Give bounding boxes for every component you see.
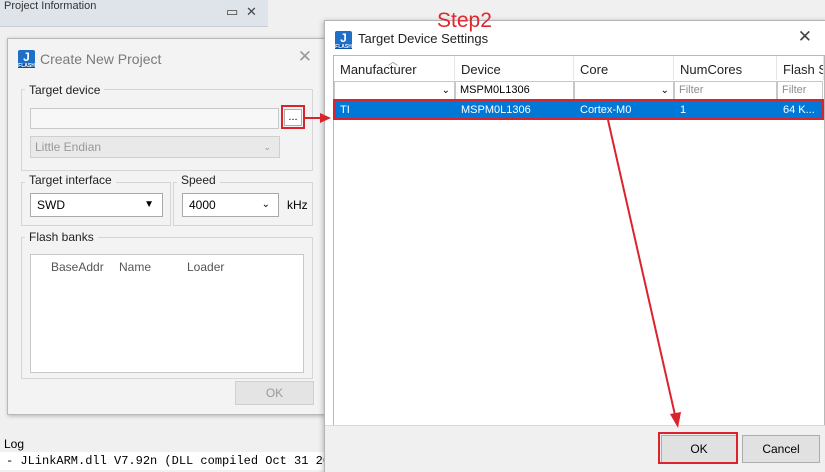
annotation-arrows: [303, 113, 681, 428]
arrow-to-device-dialog-icon: [303, 113, 331, 123]
arrow-to-ok-icon: [607, 119, 681, 428]
